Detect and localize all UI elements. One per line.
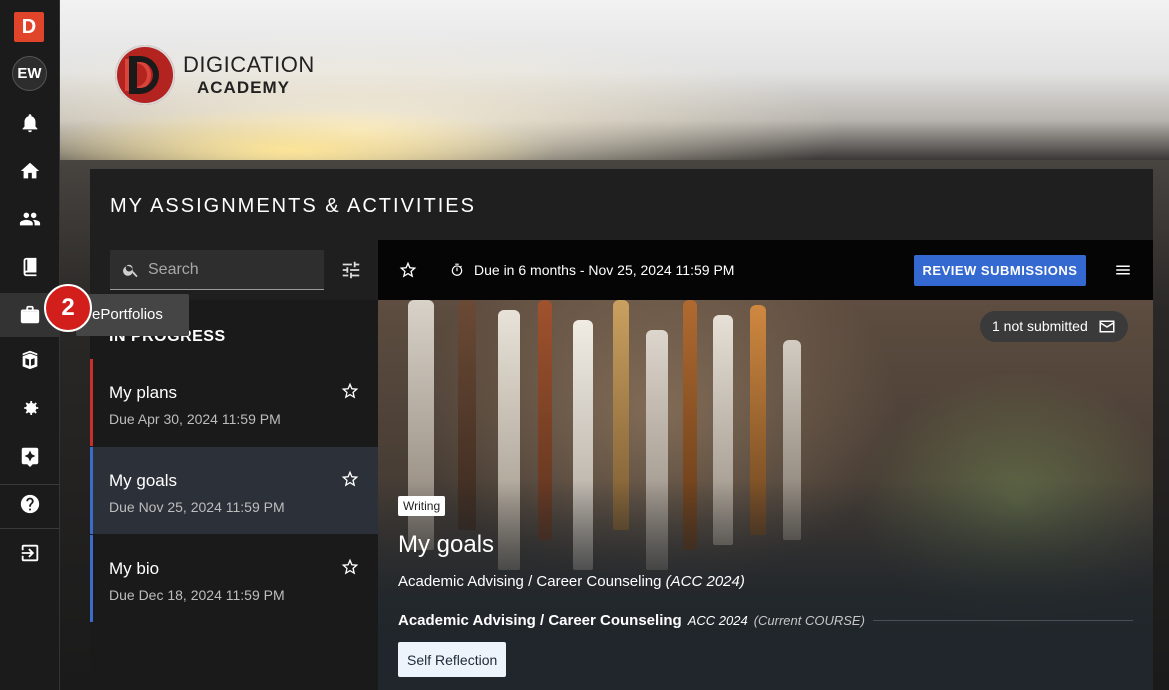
course-path-name: Academic Advising / Career Counseling [398,573,662,590]
favorite-star-icon[interactable] [340,381,360,401]
item-due-date: Due Apr 30, 2024 11:59 PM [109,411,281,427]
assignment-title: My goals [398,531,495,558]
due-countdown: Due in 6 months - Nov 25, 2024 11:59 PM [474,262,735,278]
nav-settings[interactable] [0,386,59,430]
hamburger-menu-icon[interactable] [1114,260,1132,280]
item-title: My goals [109,471,178,490]
briefcase-icon [20,305,39,324]
settings-icon [23,401,38,415]
timer-icon [450,263,464,277]
search-box [110,250,324,290]
nav-divider [0,528,59,529]
course-name: Academic Advising / Career Counseling [398,612,682,629]
divider-line [872,620,1133,621]
assignment-list: IN PROGRESS My plans Due Apr 30, 2024 11… [90,300,378,690]
assignment-detail: 1 not submitted Writing My goals Academi… [378,240,1153,690]
nav-library[interactable] [0,337,59,381]
search-icon [123,264,138,277]
list-item[interactable]: My bio Due Dec 18, 2024 11:59 PM [90,535,378,622]
favorite-star-icon[interactable] [340,469,360,489]
category-tag: Writing [398,496,446,516]
envelope-icon [1099,320,1115,333]
list-item[interactable]: My plans Due Apr 30, 2024 11:59 PM [90,359,378,446]
course-status: (Current COURSE) [753,613,865,628]
institution-brand: DIGICATION ACADEMY [115,45,315,105]
search-input[interactable] [148,260,308,279]
logout-icon [21,544,38,562]
book-icon [23,257,36,277]
step-badge: 2 [44,284,92,332]
nav-assessment[interactable] [0,434,59,478]
detail-toolbar: Due in 6 months - Nov 25, 2024 11:59 PM … [378,240,1153,300]
course-path: Academic Advising / Career Counseling (A… [398,573,745,590]
nav-people[interactable] [0,197,59,241]
assignment-cover-image: 1 not submitted Writing My goals Academi… [378,300,1153,690]
assessment-icon [21,447,38,467]
brand-logo-icon [115,45,175,105]
nav-logout[interactable] [0,531,59,575]
library-icon [22,350,37,370]
people-icon [19,212,40,226]
item-title: My plans [109,383,178,402]
brand-name-line1: DIGICATION [183,52,315,77]
bell-icon [22,114,37,133]
review-submissions-button[interactable]: REVIEW SUBMISSIONS [914,255,1086,286]
nav-courses[interactable] [0,245,59,289]
nav-tooltip: ePortfolios [76,294,189,336]
item-due-date: Due Nov 25, 2024 11:59 PM [109,499,285,515]
nav-home[interactable] [0,149,59,193]
self-reflection-button[interactable]: Self Reflection [398,642,507,677]
brand-name-line2: ACADEMY [197,78,290,97]
course-path-code: (ACC 2024) [665,573,745,590]
page-title: MY ASSIGNMENTS & ACTIVITIES [110,195,476,217]
favorite-star-icon[interactable] [398,260,418,280]
course-info-row: Academic Advising / Career Counseling AC… [398,612,1133,629]
item-due-date: Due Dec 18, 2024 11:59 PM [109,587,285,603]
filter-button[interactable] [340,259,362,281]
item-title: My bio [109,559,160,578]
course-code: ACC 2024 [687,613,748,628]
left-nav-rail: D EW [0,0,60,690]
help-icon [20,494,39,514]
sliders-icon [342,261,360,279]
home-icon [20,162,39,179]
list-item[interactable]: My goals Due Nov 25, 2024 11:59 PM [90,447,378,534]
nav-notifications[interactable] [0,101,59,145]
not-submitted-badge[interactable]: 1 not submitted [980,311,1128,342]
favorite-star-icon[interactable] [340,557,360,577]
app-logo[interactable]: D [14,12,44,42]
not-submitted-label: 1 not submitted [992,318,1088,334]
assignments-panel: MY ASSIGNMENTS & ACTIVITIES IN PROGRESS … [90,169,1153,690]
user-avatar[interactable]: EW [12,56,47,91]
nav-help[interactable] [0,482,59,526]
